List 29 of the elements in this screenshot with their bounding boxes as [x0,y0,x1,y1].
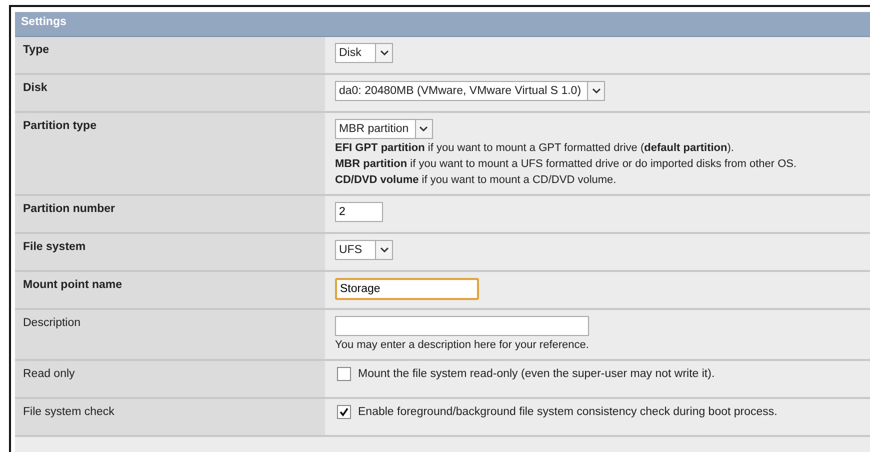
checkbox-label: Mount the file system read-only (even the super-user may not write it). [358,368,715,380]
dropdown[interactable]: Disk [335,43,393,63]
dropdown[interactable]: MBR partition [335,119,433,139]
field-label: Partition type [15,113,325,194]
text-field[interactable]: Storage [335,278,479,300]
checkbox[interactable] [337,405,351,419]
field-label: Read only [15,361,325,397]
chevron-down-icon [592,88,601,94]
field-label: Mount point name [15,272,325,308]
dropdown[interactable]: UFS [335,240,393,260]
help-text: You may enter a description here for your reference. [335,339,589,352]
chevron-down-icon [380,50,388,56]
help-text: CD/DVD volume if you want to mount a CD/DVD volume. [335,174,616,187]
field-label: File system check [15,399,325,435]
text-field[interactable]: 2 [335,202,383,222]
help-text: MBR partition if you want to mount a UFS formatted drive or do imported disks from other OS. [335,158,797,171]
checkbox-label: Enable foreground/background file system consistency check during boot process. [358,406,778,418]
field-label: Type [15,37,325,73]
chevron-down-icon [419,126,428,132]
dropdown[interactable]: da0: 20480MB (VMware, VMware Virtual S 1.0) [335,81,606,101]
chevron-down-icon [380,247,388,253]
panel-title: Settings [15,12,870,37]
field-label: Disk [15,75,325,111]
field-label: Description [15,310,325,359]
help-text: EFI GPT partition if you want to mount a GPT formatted drive (default partition). [335,142,734,155]
field-label: File system [15,234,325,270]
field-label: Partition number [15,196,325,232]
checkbox[interactable] [337,367,351,381]
text-field[interactable] [335,316,589,336]
